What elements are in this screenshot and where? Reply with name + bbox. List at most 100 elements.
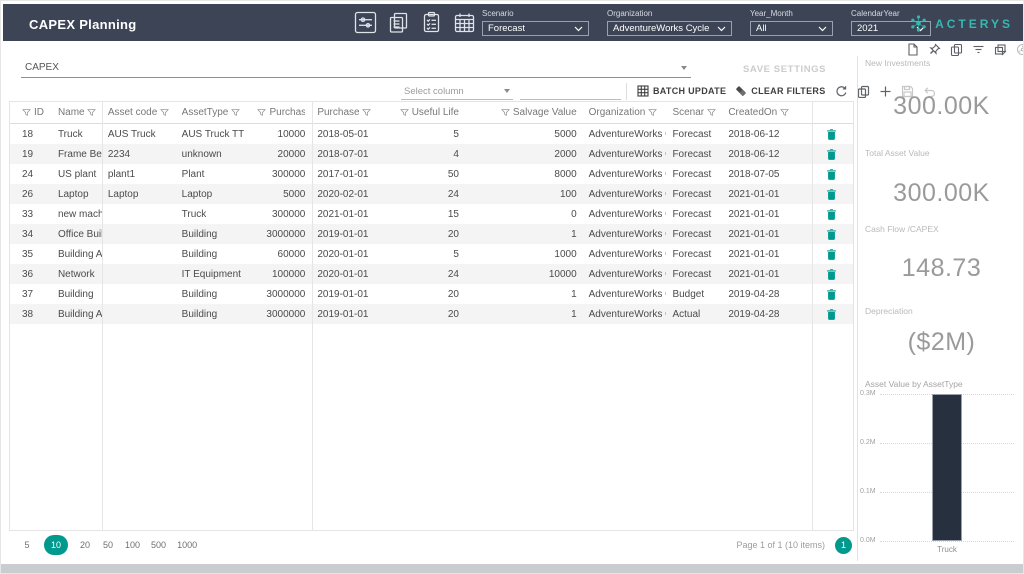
save-settings-button[interactable]: SAVE SETTINGS (743, 64, 826, 75)
filter-icon[interactable] (500, 108, 510, 117)
cell-id[interactable]: 26 (10, 184, 52, 204)
page-button-1[interactable]: 1 (835, 536, 852, 554)
filter-lines-icon[interactable] (972, 43, 985, 56)
column-filter-input[interactable] (520, 83, 621, 100)
cell-organization[interactable]: AdventureWorks C... (583, 224, 667, 244)
cell-useful-life[interactable]: 24 (377, 184, 465, 204)
cell-purchase-date[interactable]: 2020-01-01 (311, 264, 377, 284)
column-header-salvage-value[interactable]: Salvage Value (465, 102, 583, 123)
cell-name[interactable]: new machine (52, 204, 102, 224)
cell-organization[interactable]: AdventureWorks C... (583, 184, 667, 204)
cell-organization[interactable]: AdventureWorks C... (583, 284, 667, 304)
cell-asset-code[interactable] (102, 244, 176, 264)
cell-asset-code[interactable]: AUS Truck (102, 124, 176, 144)
cell-scenario[interactable]: Forecast (666, 184, 722, 204)
delete-row-icon[interactable] (827, 148, 836, 160)
cell-id[interactable]: 18 (10, 124, 52, 144)
cell-useful-life[interactable]: 20 (377, 224, 465, 244)
cell-scenario[interactable]: Forecast (666, 144, 722, 164)
cell-name[interactable]: Office Buildi... (52, 224, 102, 244)
cell-purchase-date[interactable]: 2019-01-01 (311, 284, 377, 304)
cell-salvage-value[interactable]: 1 (465, 284, 583, 304)
filter-icon[interactable] (231, 108, 241, 117)
column-header-useful-life[interactable]: Useful Life (377, 102, 465, 123)
cell-asset-code[interactable] (102, 264, 176, 284)
cell-created-on[interactable]: 2021-01-01 (722, 244, 810, 264)
cell-salvage-value[interactable]: 2000 (465, 144, 583, 164)
filter-icon[interactable] (399, 108, 409, 117)
cell-asset-code[interactable]: plant1 (102, 164, 176, 184)
delete-row-icon[interactable] (827, 188, 836, 200)
filter-select-scenario[interactable]: Forecast (482, 21, 589, 36)
cell-salvage-value[interactable]: 100 (465, 184, 583, 204)
cell-id[interactable]: 24 (10, 164, 52, 184)
filter-icon[interactable] (22, 108, 31, 117)
cell-name[interactable]: Laptop (52, 184, 102, 204)
filter-select-organization[interactable]: AdventureWorks Cycle (607, 21, 732, 36)
copy-pages-icon[interactable] (387, 11, 410, 34)
refresh-button[interactable] (835, 85, 848, 98)
delete-row-icon[interactable] (827, 228, 836, 240)
page-size-10[interactable]: 10 (44, 535, 69, 555)
filter-select-year_month[interactable]: All (750, 21, 833, 36)
column-header-asset-type[interactable]: AssetType (176, 102, 252, 123)
cell-scenario[interactable]: Forecast (666, 264, 722, 284)
cell-purchase-date[interactable]: 2019-01-01 (311, 304, 377, 324)
filter-icon[interactable] (257, 108, 267, 117)
cell-asset-code[interactable]: Laptop (102, 184, 176, 204)
delete-row-icon[interactable] (827, 308, 836, 320)
filter-icon[interactable] (780, 108, 790, 117)
cell-asset-type[interactable]: AUS Truck TT (176, 124, 252, 144)
column-header-asset-code[interactable]: Asset code (102, 102, 176, 123)
cell-purchase-value[interactable]: 10000 (251, 124, 311, 144)
cell-purchase-date[interactable]: 2018-05-01 (311, 124, 377, 144)
cell-organization[interactable]: AdventureWorks C... (583, 124, 667, 144)
cell-name[interactable]: Frame Bend... (52, 144, 102, 164)
column-header-organization[interactable]: Organization (583, 102, 667, 123)
cell-asset-code[interactable] (102, 224, 176, 244)
cell-scenario[interactable]: Forecast (666, 204, 722, 224)
cell-id[interactable]: 36 (10, 264, 52, 284)
new-page-icon[interactable] (906, 43, 919, 56)
cell-useful-life[interactable]: 50 (377, 164, 465, 184)
cell-useful-life[interactable]: 5 (377, 124, 465, 144)
filter-icon[interactable] (648, 108, 658, 117)
info-icon[interactable] (1016, 43, 1024, 56)
layers-icon[interactable] (994, 43, 1007, 56)
cell-organization[interactable]: AdventureWorks C... (583, 264, 667, 284)
cell-purchase-date[interactable]: 2020-01-01 (311, 244, 377, 264)
cell-asset-type[interactable]: Building (176, 244, 252, 264)
cell-created-on[interactable]: 2019-04-28 (722, 284, 810, 304)
cell-scenario[interactable]: Forecast (666, 164, 722, 184)
cell-useful-life[interactable]: 24 (377, 264, 465, 284)
page-size-500[interactable]: 500 (151, 540, 166, 550)
cell-organization[interactable]: AdventureWorks C... (583, 304, 667, 324)
page-size-1000[interactable]: 1000 (177, 540, 197, 550)
cell-created-on[interactable]: 2018-06-12 (722, 144, 810, 164)
column-header-created-on[interactable]: CreatedOn (722, 102, 810, 123)
cell-salvage-value[interactable]: 1000 (465, 244, 583, 264)
cell-asset-type[interactable]: unknown (176, 144, 252, 164)
page-size-50[interactable]: 50 (102, 540, 114, 550)
filter-icon[interactable] (362, 108, 372, 117)
checklist-icon[interactable] (420, 11, 443, 34)
cell-purchase-date[interactable]: 2019-01-01 (311, 224, 377, 244)
cell-scenario[interactable]: Forecast (666, 124, 722, 144)
delete-row-icon[interactable] (827, 288, 836, 300)
cell-useful-life[interactable]: 15 (377, 204, 465, 224)
column-header-id[interactable]: ID (10, 102, 52, 123)
filter-icon[interactable] (86, 108, 96, 117)
cell-salvage-value[interactable]: 10000 (465, 264, 583, 284)
cell-purchase-value[interactable]: 20000 (251, 144, 311, 164)
delete-row-icon[interactable] (827, 208, 836, 220)
cell-created-on[interactable]: 2021-01-01 (722, 204, 810, 224)
cell-useful-life[interactable]: 20 (377, 284, 465, 304)
cell-created-on[interactable]: 2019-04-28 (722, 304, 810, 324)
cell-purchase-value[interactable]: 300000 (251, 204, 311, 224)
cell-asset-type[interactable]: Building (176, 284, 252, 304)
cell-id[interactable]: 35 (10, 244, 52, 264)
cell-purchase-value[interactable]: 300000 (251, 164, 311, 184)
cell-salvage-value[interactable]: 5000 (465, 124, 583, 144)
table-select-dropdown[interactable]: CAPEX (21, 58, 691, 78)
cell-asset-type[interactable]: Building (176, 224, 252, 244)
